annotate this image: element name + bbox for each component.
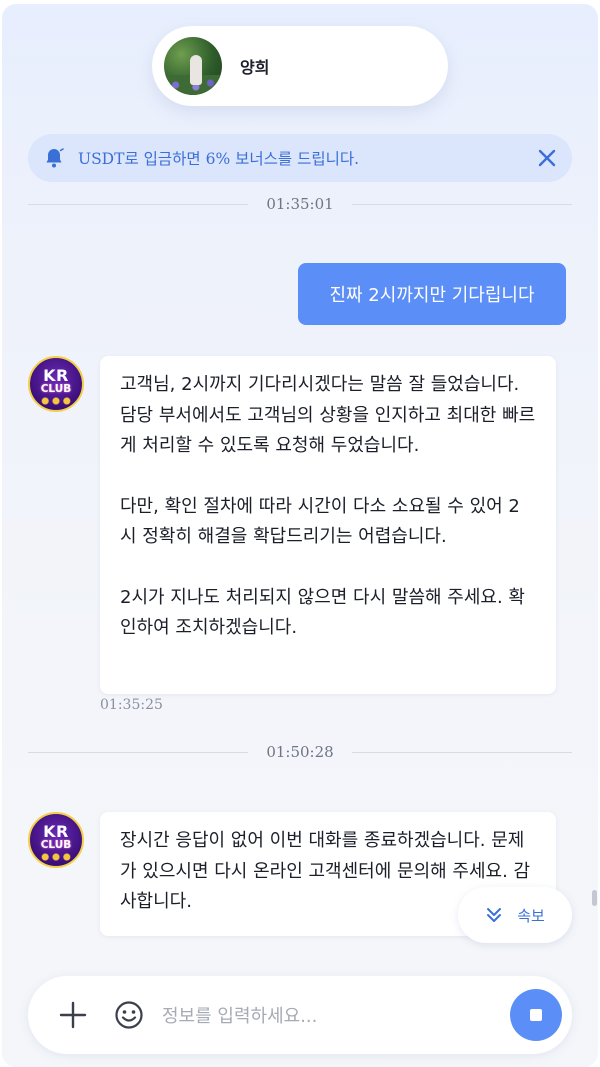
divider-time: 01:35:01 <box>266 195 334 213</box>
bot-avatar: KR CLUB <box>28 356 84 412</box>
bot-message-paragraph: 고객님, 2시까지 기다리시겠다는 말씀 잘 들었습니다. 담당 부서에서도 고… <box>120 374 536 456</box>
time-divider: 01:50:28 <box>28 742 572 762</box>
bot-message-paragraph: 2시가 지나도 처리되지 않으면 다시 말씀해 주세요. 확인하여 조치하겠습니… <box>120 586 525 639</box>
user-message: 진짜 2시까지만 기다립니다 <box>298 263 566 325</box>
bell-icon <box>46 148 64 168</box>
plus-icon[interactable] <box>58 1000 88 1030</box>
scrollbar-thumb[interactable] <box>592 890 597 906</box>
agent-header: 양희 <box>152 26 448 106</box>
bot-avatar-club: CLUB <box>40 839 72 851</box>
message-input[interactable] <box>160 996 464 1036</box>
bot-avatar-club: CLUB <box>40 383 72 395</box>
bot-avatar-kr: KR <box>43 822 69 841</box>
emoji-icon[interactable] <box>114 1000 144 1030</box>
notice-text: USDT로 입금하면 6% 보너스를 드립니다. <box>78 150 360 168</box>
stop-icon <box>530 1009 542 1021</box>
close-icon[interactable] <box>536 147 558 169</box>
notice-banner: USDT로 입금하면 6% 보너스를 드립니다. <box>28 134 572 182</box>
bot-avatar: KR CLUB <box>28 812 84 868</box>
message-composer <box>28 976 572 1054</box>
double-chevron-down-icon <box>487 908 502 922</box>
divider-time: 01:50:28 <box>266 743 334 761</box>
bot-avatar-kr: KR <box>43 366 69 385</box>
bot-message-paragraph: 다만, 확인 절차에 따라 시간이 다소 소요될 수 있어 2시 정확히 해결을… <box>120 495 520 548</box>
send-button[interactable] <box>510 989 562 1041</box>
quick-news-button[interactable]: 속보 <box>458 887 572 943</box>
bot-message: 고객님, 2시까지 기다리시겠다는 말씀 잘 들었습니다. 담당 부서에서도 고… <box>100 356 556 694</box>
agent-name: 양희 <box>240 58 270 77</box>
time-divider: 01:35:01 <box>28 194 572 214</box>
message-time: 01:35:25 <box>100 697 163 713</box>
chat-window: 양희 USDT로 입금하면 6% 보너스를 드립니다. 01:35:01 진짜 … <box>2 4 598 1067</box>
quick-news-label: 속보 <box>517 906 545 925</box>
agent-avatar <box>164 37 222 95</box>
